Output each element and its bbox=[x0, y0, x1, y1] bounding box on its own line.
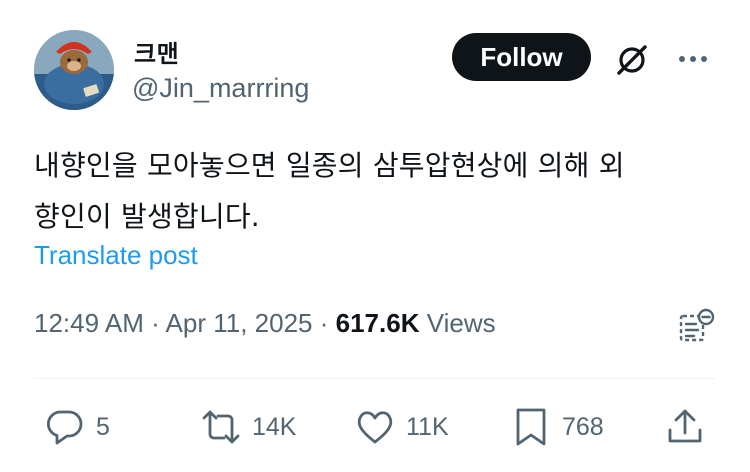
meta-separator: · bbox=[151, 308, 166, 338]
repost-count: 14K bbox=[252, 412, 297, 441]
post-time[interactable]: 12:49 AM bbox=[34, 308, 144, 338]
bookmark-count: 768 bbox=[562, 412, 604, 441]
share-icon bbox=[668, 409, 702, 443]
post-text: 내향인을 모아놓으면 일종의 삼투압현상에 의해 외 향인이 발생합니다. bbox=[34, 149, 625, 233]
share-button[interactable] bbox=[664, 404, 706, 450]
more-icon[interactable] bbox=[676, 44, 710, 74]
follow-button[interactable]: Follow bbox=[452, 33, 591, 81]
views-count: 617.6K bbox=[335, 308, 420, 338]
meta-separator: · bbox=[319, 308, 336, 338]
user-handle[interactable]: @Jin_marrring bbox=[132, 73, 309, 104]
post-date[interactable]: Apr 11, 2025 bbox=[166, 308, 313, 338]
like-count: 11K bbox=[406, 412, 449, 441]
avatar[interactable] bbox=[34, 30, 114, 110]
avatar-image bbox=[34, 30, 114, 110]
post-meta: 12:49 AM · Apr 11, 2025 · 617.6K Views bbox=[34, 308, 496, 339]
grok-icon[interactable] bbox=[612, 40, 652, 80]
repost-icon bbox=[202, 410, 240, 444]
bookmark-icon bbox=[516, 408, 546, 446]
bookmark-button[interactable]: 768 bbox=[510, 404, 604, 450]
like-button[interactable]: 11K bbox=[354, 404, 449, 450]
display-name[interactable]: 크맨 bbox=[134, 34, 179, 69]
reply-button[interactable]: 5 bbox=[44, 404, 110, 450]
views-label: Views bbox=[426, 308, 496, 338]
analytics-icon[interactable] bbox=[676, 306, 716, 346]
repost-button[interactable]: 14K bbox=[200, 404, 296, 450]
translate-link[interactable]: Translate post bbox=[34, 240, 198, 271]
like-icon bbox=[357, 411, 393, 444]
reply-icon bbox=[46, 410, 83, 445]
reply-count: 5 bbox=[96, 412, 110, 441]
divider bbox=[34, 378, 716, 379]
